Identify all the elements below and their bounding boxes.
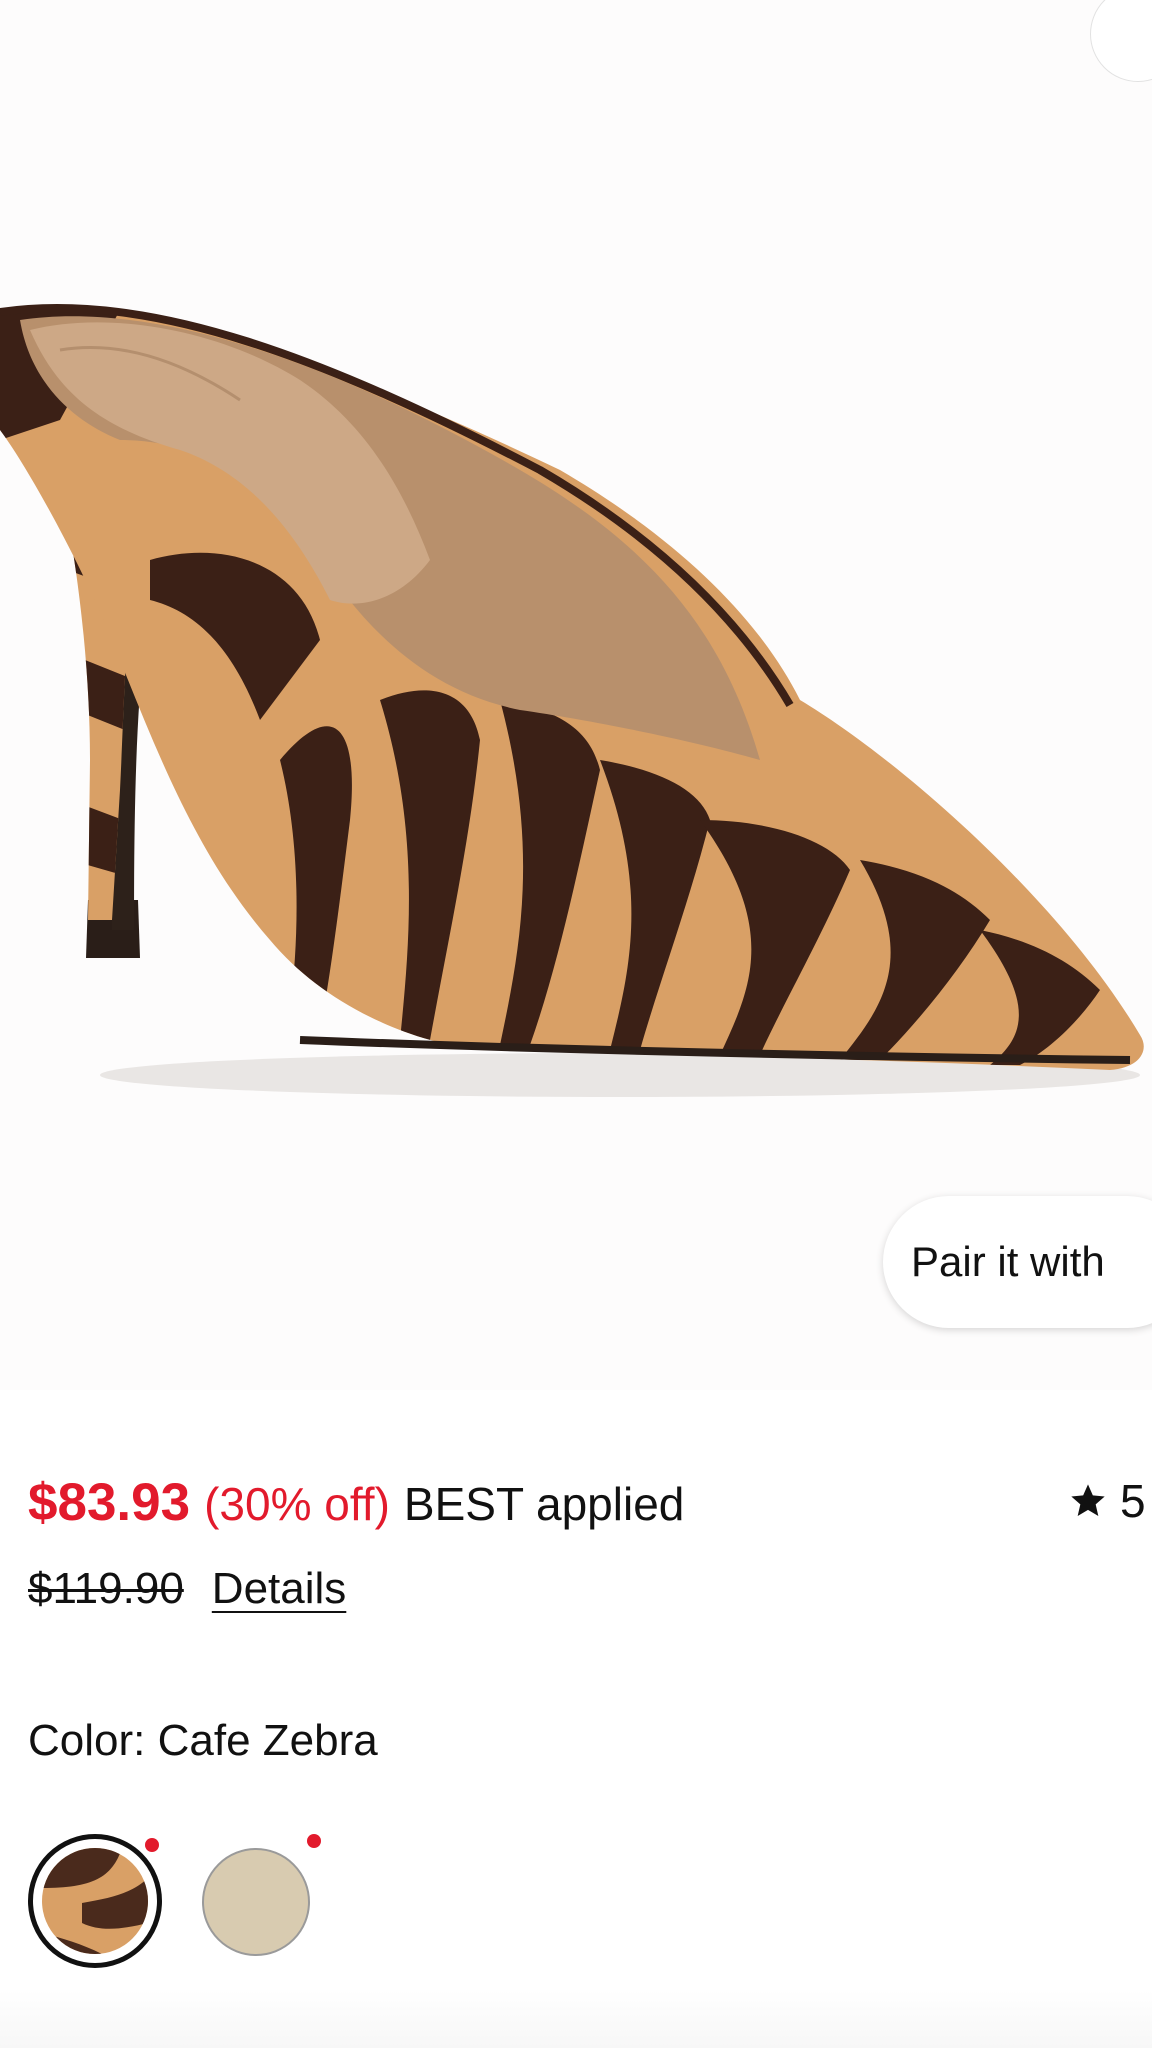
original-price: $119.90 xyxy=(28,1564,184,1613)
bottom-divider xyxy=(0,1990,1152,2048)
zebra-swatch-pattern xyxy=(42,1848,148,1954)
product-image-area[interactable]: Pair it with xyxy=(0,0,1152,1390)
original-price-row: $119.90 Details xyxy=(28,1564,346,1614)
price-row: $83.93 (30% off) BEST applied xyxy=(28,1472,1152,1532)
details-link[interactable]: Details xyxy=(212,1564,347,1614)
rating[interactable]: 5 xyxy=(1068,1474,1146,1528)
star-icon xyxy=(1071,1484,1105,1516)
swatch-beige[interactable] xyxy=(202,1848,310,1956)
pair-it-with-label: Pair it with xyxy=(911,1238,1105,1285)
color-label: Color: Cafe Zebra xyxy=(28,1716,378,1765)
product-image xyxy=(0,303,1144,1097)
swatch-badge-dot xyxy=(307,1834,321,1848)
sale-price: $83.93 xyxy=(28,1473,191,1532)
percent-off: (30% off) xyxy=(204,1478,390,1530)
pair-it-with-button[interactable]: Pair it with xyxy=(883,1196,1152,1328)
swatch-badge-dot xyxy=(145,1838,159,1852)
promo-text: BEST applied xyxy=(403,1478,685,1530)
rating-value: 5 xyxy=(1120,1475,1146,1527)
swatch-cafe-zebra[interactable] xyxy=(42,1848,148,1954)
